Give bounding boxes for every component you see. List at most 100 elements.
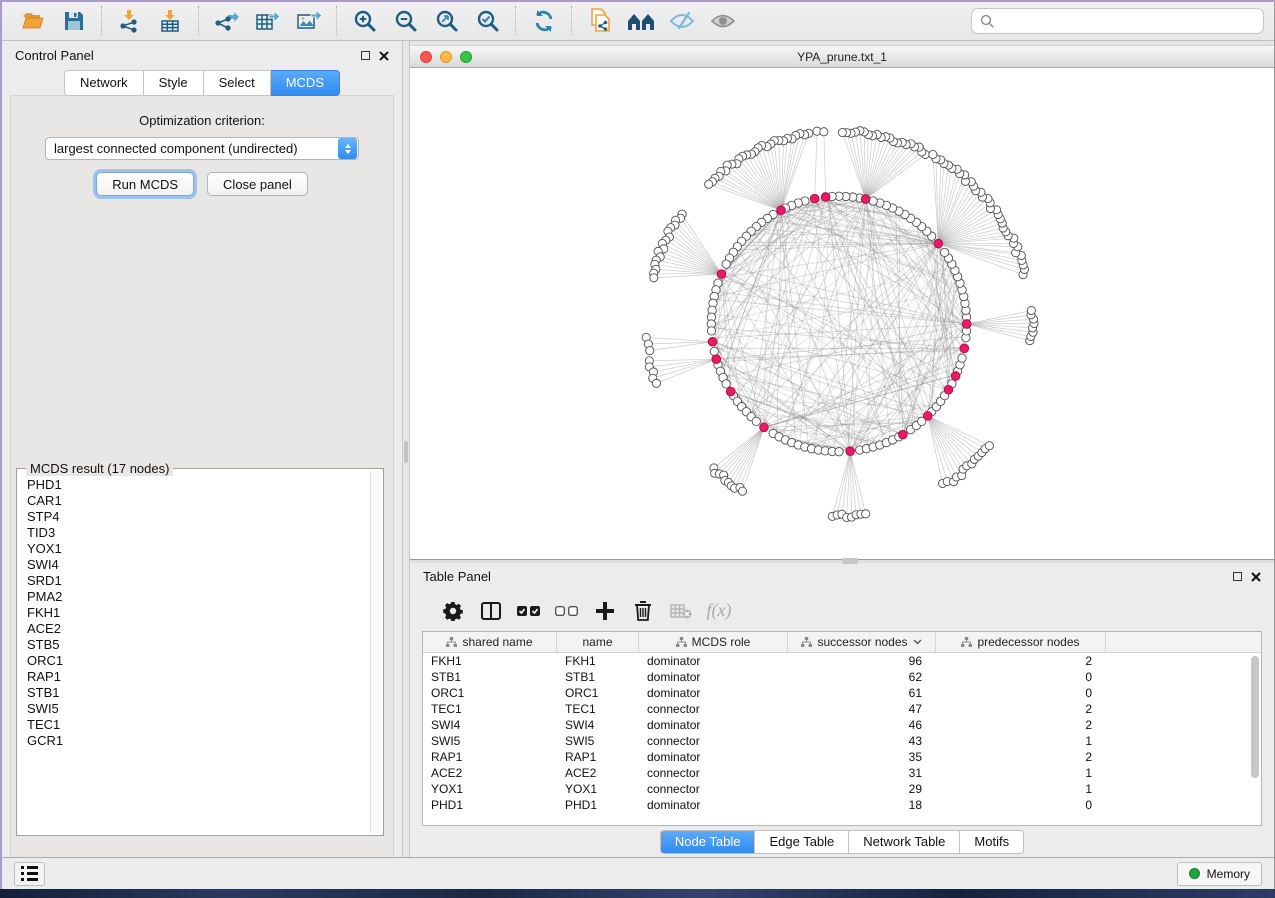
float-panel-icon[interactable] [361, 51, 370, 60]
table-row[interactable]: SWI4SWI4dominator462 [423, 717, 1261, 733]
vertical-splitter[interactable] [402, 41, 410, 857]
first-neighbors-icon[interactable] [620, 5, 661, 38]
delete-icon[interactable] [624, 596, 662, 626]
table-row[interactable]: SWI5SWI5connector431 [423, 733, 1261, 749]
column-header-predecessor-nodes[interactable]: predecessor nodes [936, 632, 1106, 652]
table-row[interactable]: FKH1FKH1dominator962 [423, 653, 1261, 669]
splitter-handle[interactable] [404, 441, 408, 463]
run-mcds-button[interactable]: Run MCDS [96, 172, 194, 196]
split-columns-icon[interactable] [472, 596, 510, 626]
table-row[interactable]: PHD1PHD1dominator180 [423, 797, 1261, 813]
search-field[interactable] [971, 8, 1264, 34]
zoom-fit-icon[interactable] [426, 5, 467, 38]
tab-network[interactable]: Network [64, 70, 144, 96]
control-panel: Control Panel NetworkStyleSelectMCDS Opt… [2, 41, 402, 857]
table-row[interactable]: ACE2ACE2connector311 [423, 765, 1261, 781]
node-table[interactable]: shared namenameMCDS rolesuccessor nodesp… [422, 631, 1262, 826]
close-panel-button[interactable]: Close panel [207, 172, 308, 196]
cell-name: TEC1 [557, 702, 639, 716]
cell-successor-nodes: 46 [788, 718, 936, 732]
delete-table-icon[interactable] [662, 596, 700, 626]
network-canvas[interactable] [410, 68, 1274, 559]
mcds-result-item[interactable]: SWI4 [27, 557, 369, 573]
gear-icon[interactable] [434, 596, 472, 626]
select-all-checkboxes-icon[interactable] [510, 596, 548, 626]
add-icon[interactable] [586, 596, 624, 626]
mcds-result-item[interactable]: SRD1 [27, 573, 369, 589]
mcds-result-item[interactable]: STB1 [27, 685, 369, 701]
column-header-shared-name[interactable]: shared name [423, 632, 557, 652]
export-image-icon[interactable] [288, 5, 329, 38]
column-header-successor-nodes[interactable]: successor nodes [788, 632, 936, 652]
export-table-icon[interactable] [247, 5, 288, 38]
table-row[interactable]: YOX1YOX1connector291 [423, 781, 1261, 797]
mcds-result-item[interactable]: YOX1 [27, 541, 369, 557]
table-scrollbar[interactable] [1250, 654, 1260, 823]
table-row[interactable]: STB1STB1dominator620 [423, 669, 1261, 685]
export-network-icon[interactable] [206, 5, 247, 38]
minimize-window-icon[interactable] [440, 51, 452, 63]
mcds-result-item[interactable]: STP4 [27, 509, 369, 525]
table-row[interactable]: RAP1RAP1dominator352 [423, 749, 1261, 765]
cell-name: PHD1 [557, 798, 639, 812]
deselect-all-checkboxes-icon[interactable] [548, 596, 586, 626]
network-window-title: YPA_prune.txt_1 [797, 50, 887, 64]
import-network-icon[interactable] [109, 5, 150, 38]
mcds-result-item[interactable]: CAR1 [27, 493, 369, 509]
mcds-result-item[interactable]: TEC1 [27, 717, 369, 733]
refresh-icon[interactable] [523, 5, 564, 38]
mcds-result-list[interactable]: PHD1CAR1STP4TID3YOX1SWI4SRD1PMA2FKH1ACE2… [19, 471, 369, 833]
tab-network-table[interactable]: Network Table [848, 831, 959, 853]
cell-MCDS-role: dominator [639, 670, 788, 684]
hide-selected-icon[interactable] [661, 5, 702, 38]
show-all-icon[interactable] [702, 5, 743, 38]
cell-MCDS-role: connector [639, 734, 788, 748]
float-panel-icon[interactable] [1233, 572, 1242, 581]
mcds-result-item[interactable]: TID3 [27, 525, 369, 541]
save-icon[interactable] [53, 5, 94, 38]
table-tabs: Node TableEdge TableNetwork TableMotifs [660, 830, 1024, 854]
table-row[interactable]: ORC1ORC1dominator610 [423, 685, 1261, 701]
table-row[interactable]: TEC1TEC1connector472 [423, 701, 1261, 717]
cell-predecessor-nodes: 1 [936, 766, 1106, 780]
tab-mcds[interactable]: MCDS [271, 70, 340, 96]
mcds-result-item[interactable]: PMA2 [27, 589, 369, 605]
mcds-result-item[interactable]: FKH1 [27, 605, 369, 621]
open-folder-icon[interactable] [12, 5, 53, 38]
mcds-result-item[interactable]: SWI5 [27, 701, 369, 717]
tab-node-table[interactable]: Node Table [661, 831, 755, 853]
column-header-MCDS-role[interactable]: MCDS role [639, 632, 788, 652]
optimization-criterion-select[interactable]: largest connected component (undirected) [45, 137, 359, 160]
tab-motifs[interactable]: Motifs [959, 831, 1023, 853]
task-history-button[interactable] [14, 862, 45, 886]
copy-network-icon[interactable] [579, 5, 620, 38]
close-panel-icon[interactable] [1251, 572, 1261, 582]
function-builder-icon[interactable]: f(x) [700, 596, 738, 626]
zoom-out-icon[interactable] [385, 5, 426, 38]
cell-shared-name: ORC1 [423, 686, 557, 700]
mcds-result-item[interactable]: GCR1 [27, 733, 369, 749]
mcds-result-item[interactable]: ACE2 [27, 621, 369, 637]
zoom-in-icon[interactable] [344, 5, 385, 38]
tab-select[interactable]: Select [204, 70, 271, 96]
memory-button[interactable]: Memory [1177, 862, 1262, 886]
close-panel-icon[interactable] [379, 51, 389, 61]
tab-edge-table[interactable]: Edge Table [754, 831, 848, 853]
maximize-window-icon[interactable] [460, 51, 472, 63]
close-window-icon[interactable] [420, 51, 432, 63]
splitter-handle[interactable] [842, 558, 858, 564]
import-table-icon[interactable] [150, 5, 191, 38]
column-header-name[interactable]: name [557, 632, 639, 652]
mcds-result-item[interactable]: STB5 [27, 637, 369, 653]
zoom-selected-icon[interactable] [467, 5, 508, 38]
tab-style[interactable]: Style [144, 70, 204, 96]
mcds-result-item[interactable]: PHD1 [27, 477, 369, 493]
horizontal-splitter[interactable] [410, 560, 1274, 563]
network-window-titlebar[interactable]: YPA_prune.txt_1 [410, 46, 1274, 68]
mcds-result-item[interactable]: ORC1 [27, 653, 369, 669]
cell-predecessor-nodes: 0 [936, 686, 1106, 700]
mcds-result-scrollbar[interactable] [370, 471, 381, 833]
cell-name: FKH1 [557, 654, 639, 668]
search-input[interactable] [995, 14, 1255, 29]
mcds-result-item[interactable]: RAP1 [27, 669, 369, 685]
